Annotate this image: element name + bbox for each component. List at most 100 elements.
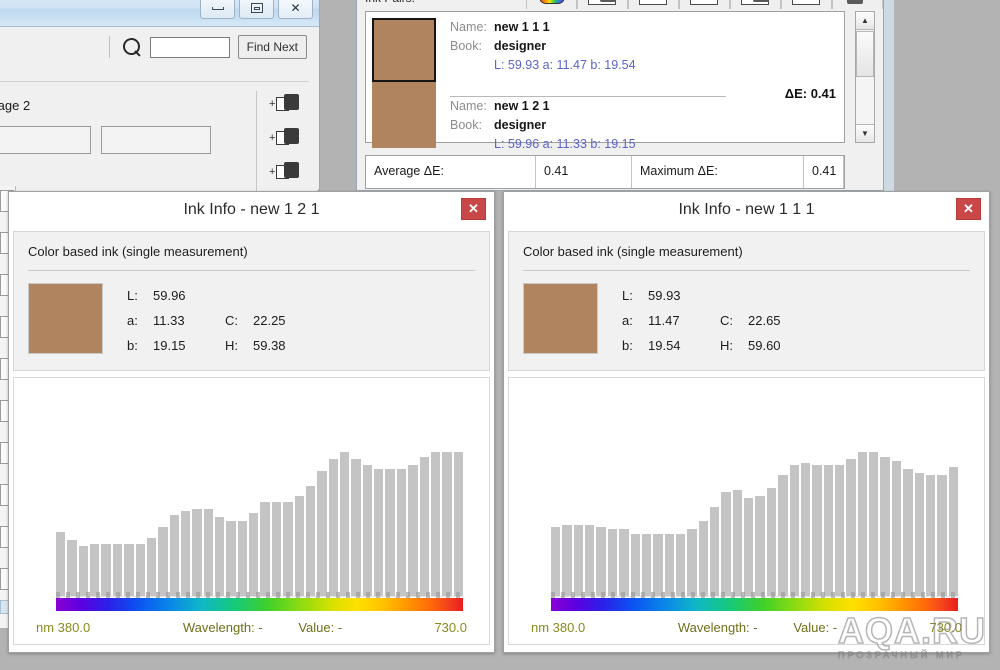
pairs-scrollbar[interactable]: ▲ ▼ (855, 11, 875, 143)
find-input[interactable] (149, 36, 230, 58)
add-icon (753, 0, 769, 2)
color-info-panel-right: Color based ink (single measurement) L: 5… (508, 231, 985, 371)
dialog-title-right: Ink Info - new 1 1 1 (678, 200, 815, 218)
spectrum-bar (112, 544, 123, 596)
spectrum-bar (453, 452, 463, 596)
l-key: L: (622, 288, 633, 303)
spectrum-bar (880, 456, 890, 596)
toolbar-button-add-2[interactable] (628, 0, 679, 9)
spectrum-bar (56, 531, 66, 596)
scrollbar-thumb[interactable] (856, 31, 874, 77)
dialog-titlebar-right[interactable]: Ink Info - new 1 1 1 ✕ (504, 192, 989, 227)
b-key: b: (127, 338, 138, 353)
spectrum-bar (846, 458, 856, 596)
average-de-value: 0.41 (536, 156, 632, 188)
close-icon: ✕ (468, 201, 479, 216)
spectrum-bar (630, 533, 640, 596)
delta-e-rule (450, 96, 726, 97)
spectrum-gradient-bar-left (56, 598, 463, 611)
add-page-icon-2[interactable]: + (269, 127, 303, 149)
value-readout-right: Value: - (793, 619, 838, 635)
spectrum-bar (124, 544, 134, 596)
close-button[interactable]: ✕ (278, 0, 313, 19)
add-page-icon-1[interactable]: + (269, 93, 303, 115)
section-header-right: Color based ink (single measurement) (523, 244, 743, 259)
pair-book-key: Book: (450, 39, 482, 53)
maximize-button[interactable] (239, 0, 274, 19)
spectrum-bar (430, 452, 441, 596)
search-icon[interactable] (122, 37, 142, 57)
chart-axis-row-right: nm 380.0 Wavelength: - Value: - 730.0 (519, 618, 974, 636)
blank-key (720, 283, 748, 308)
spectrum-bar (903, 469, 913, 596)
minimize-button[interactable] (200, 0, 235, 19)
pair2-name-key: Name: (450, 99, 487, 113)
delete-icon (847, 0, 863, 4)
text-field-2[interactable] (101, 126, 211, 154)
spectrum-bar (937, 475, 947, 596)
l-key: L: (127, 288, 138, 303)
nm-max-label-right: 730.0 (929, 619, 962, 635)
pair-swatch-second[interactable] (372, 82, 436, 148)
find-window-titlebar[interactable]: ✕ (0, 0, 319, 27)
maximize-icon (250, 3, 263, 13)
spectrum-bar (653, 533, 663, 596)
h-value: 59.38 (253, 338, 286, 353)
toolbar-button-add-1[interactable] (577, 0, 628, 9)
add-page-icon-3[interactable]: + (269, 161, 303, 183)
text-field-1[interactable] (0, 126, 91, 154)
c-value: 22.65 (748, 313, 781, 328)
l-value: 59.93 (648, 288, 681, 303)
delta-e-value: ΔE: 0.41 (784, 86, 836, 101)
delta-e-stats-table: Average ΔE: 0.41 Maximum ΔE: 0.41 (365, 155, 845, 189)
measurement-values-left: L: 59.96 a: 11.33 C: 22.25 b: 19.15 H: 59.38 (127, 283, 286, 358)
toolbar-button-spectrum[interactable] (526, 0, 577, 9)
spectrum-bar (891, 460, 902, 596)
find-next-button[interactable]: Find Next (237, 35, 307, 59)
spectrum-bar (641, 533, 652, 596)
spectrum-bar (158, 527, 168, 596)
a-value: 11.33 (153, 313, 185, 328)
toolbar-button-add-4[interactable] (730, 0, 781, 9)
toolbar-button-delete[interactable] (832, 0, 883, 9)
dialog-close-button-left[interactable]: ✕ (461, 198, 486, 220)
a-key: a: (127, 313, 138, 328)
page-icon (690, 0, 718, 5)
spectrum-bar (778, 475, 788, 596)
spectrum-bar (305, 485, 316, 596)
toolbar-divider (108, 36, 110, 58)
spectrum-bar (834, 464, 845, 596)
spectrum-bar (67, 539, 77, 596)
dialog-body-right: Color based ink (single measurement) L: 5… (504, 227, 989, 652)
side-divider (256, 91, 257, 191)
toolbar-button-blank[interactable] (781, 0, 832, 9)
spectrum-bar (573, 525, 584, 596)
find-window: ✕ Find Next Page 2 + + + (0, 0, 320, 192)
spectrum-bar (419, 456, 429, 596)
rainbow-icon (539, 0, 565, 4)
dialog-close-button-right[interactable]: ✕ (956, 198, 981, 220)
spectrum-chart-left[interactable]: nm 380.0 Wavelength: - Value: - 730.0 (13, 377, 490, 645)
spectrum-bar (925, 475, 936, 596)
page-icon (639, 0, 667, 5)
scroll-up-button[interactable]: ▲ (856, 12, 874, 30)
toolbar-button-add-3[interactable] (679, 0, 730, 9)
c-value: 22.25 (253, 313, 286, 328)
ink-pairs-list[interactable]: Name: new 1 1 1 Book: designer L: 59.93 a:… (365, 11, 845, 151)
spectrum-gradient-bar-right (551, 598, 958, 611)
spectrum-bars-left (56, 388, 463, 596)
spectrum-bar (146, 537, 157, 596)
h-key: H: (720, 338, 733, 353)
add-icon (600, 0, 616, 2)
pair2-name-value: new 1 2 1 (494, 99, 550, 113)
spectrum-bar (607, 529, 618, 596)
spectrum-chart-right[interactable]: nm 380.0 Wavelength: - Value: - 730.0 (508, 377, 985, 645)
spectrum-bar (271, 502, 282, 596)
spectrum-bar (180, 510, 191, 596)
pair-swatch-selected[interactable] (372, 18, 436, 82)
spectrum-bar (78, 546, 89, 596)
spectrum-bar (789, 464, 799, 596)
dialog-titlebar-left[interactable]: Ink Info - new 1 2 1 ✕ (9, 192, 494, 227)
scroll-down-button[interactable]: ▼ (856, 124, 874, 142)
spectrum-bar (596, 527, 606, 596)
